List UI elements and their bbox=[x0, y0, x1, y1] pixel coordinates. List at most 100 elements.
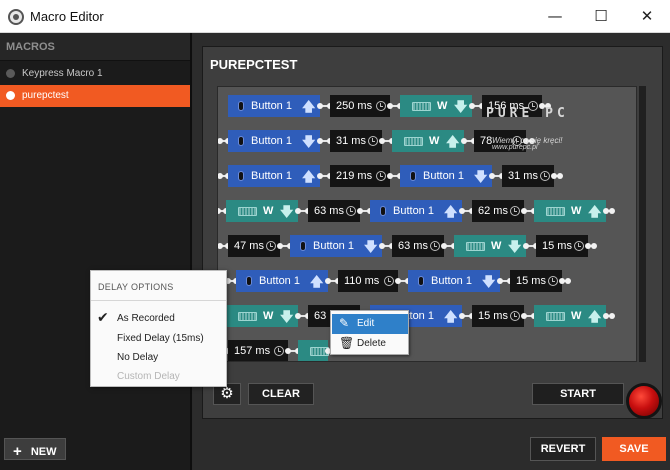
sequence-connector bbox=[379, 138, 395, 144]
key-event-chip[interactable]: W 🡅 bbox=[392, 130, 464, 152]
arrow-up-icon: 🡅 bbox=[444, 205, 458, 220]
sequence-connector bbox=[295, 313, 311, 319]
mouse-event-chip[interactable]: Button 1 🡇 bbox=[290, 235, 382, 257]
mouse-event-chip[interactable]: Button 1 🡇 bbox=[400, 165, 492, 187]
arrow-up-icon: 🡅 bbox=[446, 135, 460, 150]
keyboard-icon bbox=[466, 242, 485, 251]
macros-header: MACROS bbox=[0, 33, 190, 61]
sequence-connector bbox=[387, 173, 403, 179]
mouse-event-chip[interactable]: Button 1 🡅 bbox=[228, 165, 320, 187]
minimize-button[interactable]: — bbox=[532, 0, 578, 33]
start-button[interactable]: START bbox=[532, 383, 624, 405]
sequence-connector bbox=[551, 173, 563, 179]
delay-event-chip[interactable]: 62 ms bbox=[472, 200, 524, 222]
chip-label: Button 1 bbox=[393, 205, 434, 217]
chip-label: W bbox=[491, 240, 502, 252]
chip-label: Button 1 bbox=[423, 170, 464, 182]
keyboard-icon bbox=[546, 312, 565, 321]
key-event-chip[interactable]: W 🡇 bbox=[454, 235, 526, 257]
delay-event-chip[interactable]: 250 ms bbox=[330, 95, 390, 117]
clock-icon bbox=[384, 276, 394, 286]
watermark-url: www.purepc.pl bbox=[492, 144, 538, 151]
menu-item-label: Delete bbox=[357, 338, 386, 349]
clock-icon bbox=[266, 241, 276, 251]
delay-value: 15 ms bbox=[542, 240, 572, 252]
sequence-connector bbox=[317, 103, 333, 109]
chip-label: Button 1 bbox=[259, 275, 300, 287]
delay-event-chip[interactable]: 63 ms bbox=[392, 235, 444, 257]
mouse-event-chip[interactable]: Button 1 🡅 bbox=[370, 200, 462, 222]
delay-value: 31 ms bbox=[508, 170, 538, 182]
sequence-connector bbox=[489, 173, 505, 179]
key-event-chip[interactable] bbox=[298, 340, 329, 361]
mouse-icon bbox=[238, 101, 244, 111]
delay-event-chip[interactable]: 15 ms bbox=[472, 305, 524, 327]
delay-option-fixed-delay[interactable]: Fixed Delay (15ms) bbox=[117, 333, 204, 344]
revert-button[interactable]: REVERT bbox=[530, 437, 596, 461]
delay-event-chip[interactable]: 110 ms bbox=[338, 270, 398, 292]
delay-event-chip[interactable]: 31 ms bbox=[502, 165, 554, 187]
sequence-connector bbox=[395, 278, 411, 284]
key-event-chip[interactable]: W 🡅 bbox=[534, 200, 606, 222]
delay-option-no-delay[interactable]: No Delay bbox=[117, 352, 158, 363]
delay-event-chip[interactable]: 47 ms bbox=[228, 235, 280, 257]
delay-event-chip[interactable]: 31 ms bbox=[330, 130, 382, 152]
delay-option-as-recorded[interactable]: ✔ As Recorded bbox=[97, 310, 175, 326]
clock-icon bbox=[430, 241, 440, 251]
chip-label: W bbox=[263, 205, 274, 217]
record-button[interactable] bbox=[626, 383, 662, 419]
arrow-down-icon: 🡇 bbox=[508, 240, 522, 255]
key-event-chip[interactable]: W 🡇 bbox=[226, 305, 298, 327]
save-button[interactable]: SAVE bbox=[602, 437, 666, 461]
close-button[interactable]: ✕ bbox=[624, 0, 670, 33]
purepc-watermark: PURE PC Wiemy, co się kręci! www.purepc.… bbox=[486, 106, 596, 151]
mouse-event-chip[interactable]: Button 1 🡅 bbox=[236, 270, 328, 292]
arrow-down-icon: 🡇 bbox=[302, 135, 316, 150]
mouse-event-chip[interactable]: Button 1 🡇 bbox=[408, 270, 500, 292]
clock-icon bbox=[574, 241, 584, 251]
sequence-connector bbox=[317, 173, 333, 179]
new-macro-button[interactable]: + NEW bbox=[4, 438, 66, 460]
chip-label: Button 1 bbox=[251, 100, 292, 112]
menu-item-label: Edit bbox=[357, 318, 375, 329]
maximize-button[interactable]: ☐ bbox=[578, 0, 624, 33]
sequence-connector bbox=[357, 208, 373, 214]
mouse-event-chip[interactable]: Button 1 🡅 bbox=[228, 95, 320, 117]
delay-value: 157 ms bbox=[234, 345, 271, 357]
delay-value: 63 ms bbox=[314, 205, 344, 217]
delay-event-chip[interactable]: 219 ms bbox=[330, 165, 390, 187]
arrow-up-icon: 🡅 bbox=[302, 100, 316, 115]
delay-event-chip[interactable]: 15 ms bbox=[536, 235, 588, 257]
mouse-event-chip[interactable]: Button 1 🡇 bbox=[228, 130, 320, 152]
macro-item-label: purepctest bbox=[22, 90, 69, 101]
window-title: Macro Editor bbox=[30, 9, 104, 24]
clock-icon bbox=[274, 346, 284, 356]
chip-label: W bbox=[263, 310, 274, 322]
key-event-chip[interactable]: W 🡇 bbox=[226, 200, 298, 222]
key-event-chip[interactable]: W 🡅 bbox=[534, 305, 606, 327]
macro-item-purepctest[interactable]: purepctest bbox=[0, 85, 190, 107]
delay-event-chip[interactable]: 157 ms bbox=[228, 340, 288, 361]
scrollbar-thumb[interactable] bbox=[639, 86, 646, 362]
arrow-down-icon: 🡇 bbox=[474, 170, 488, 185]
sequence-connector bbox=[225, 278, 239, 284]
macro-item-keypress-macro-1[interactable]: Keypress Macro 1 bbox=[0, 63, 190, 85]
sequence-connector bbox=[218, 243, 231, 249]
delay-event-chip[interactable]: 15 ms bbox=[510, 270, 562, 292]
key-event-chip[interactable]: W 🡇 bbox=[400, 95, 472, 117]
macro-name-title: PUREPCTEST bbox=[210, 57, 298, 72]
chip-label: Button 1 bbox=[313, 240, 354, 252]
clear-button[interactable]: CLEAR bbox=[248, 383, 314, 405]
sequence-connector bbox=[387, 103, 403, 109]
context-menu-delete[interactable]: 🗑 Delete bbox=[332, 334, 408, 354]
sequence-connector bbox=[469, 103, 485, 109]
app-icon bbox=[8, 9, 24, 25]
sequence-connector bbox=[523, 243, 539, 249]
sequence-scrollbar[interactable] bbox=[639, 86, 646, 362]
chip-label: Button 1 bbox=[251, 170, 292, 182]
arrow-up-icon: 🡅 bbox=[302, 170, 316, 185]
mouse-icon bbox=[238, 136, 244, 146]
chip-context-menu: ✎ Edit 🗑 Delete bbox=[330, 310, 409, 355]
context-menu-edit[interactable]: ✎ Edit bbox=[332, 314, 408, 334]
delay-event-chip[interactable]: 63 ms bbox=[308, 200, 360, 222]
